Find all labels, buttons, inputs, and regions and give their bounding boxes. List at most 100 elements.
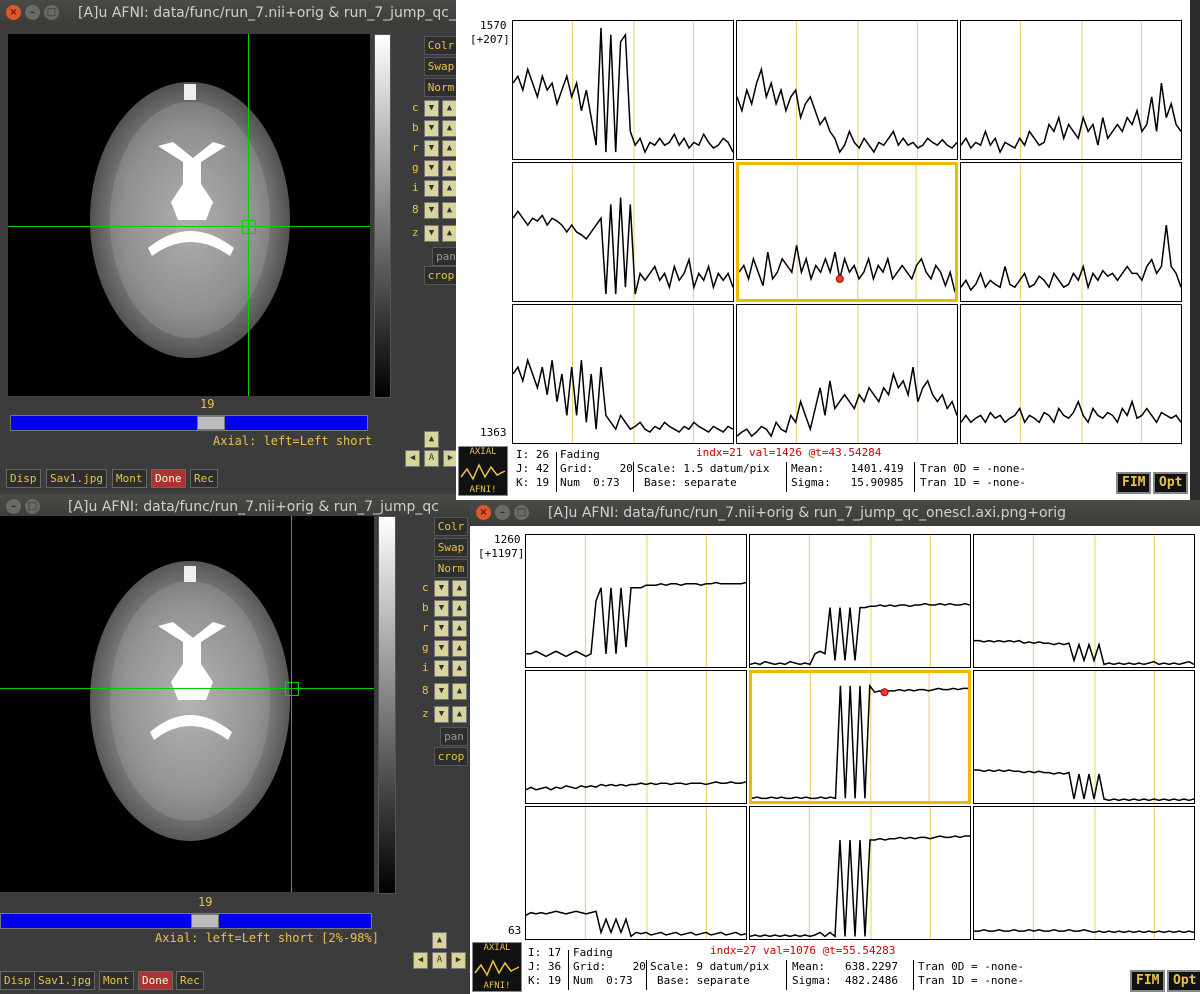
graph-cell[interactable] — [736, 20, 958, 160]
c-up-button[interactable]: ▲ — [452, 580, 467, 597]
graph-cell[interactable] — [960, 304, 1182, 444]
r-down-button[interactable]: ▼ — [434, 620, 449, 637]
graph-matrix[interactable] — [525, 534, 1197, 940]
close-icon[interactable]: × — [6, 5, 21, 20]
maximize-icon[interactable]: □ — [514, 505, 529, 520]
graph-cell[interactable] — [973, 534, 1195, 668]
r-up-button[interactable]: ▲ — [452, 620, 467, 637]
z-down-button[interactable]: ▼ — [424, 225, 439, 242]
b-down-button[interactable]: ▼ — [424, 120, 439, 137]
axial-image[interactable] — [0, 516, 374, 892]
done-button[interactable]: Done — [151, 469, 186, 488]
c-down-button[interactable]: ▼ — [434, 580, 449, 597]
slider-thumb[interactable] — [197, 416, 225, 430]
minimize-icon[interactable]: – — [495, 505, 510, 520]
axial-thumbnail[interactable]: AXIAL AFNI! — [458, 446, 508, 496]
close-icon[interactable]: × — [476, 505, 491, 520]
z-down-button[interactable]: ▼ — [434, 706, 449, 723]
b-up-button[interactable]: ▲ — [442, 120, 457, 137]
graph-matrix[interactable] — [512, 20, 1188, 444]
title-bar[interactable]: × – □ [A]u AFNI: data/func/run_7.nii+orig … — [0, 0, 470, 26]
c-down-button[interactable]: ▼ — [424, 100, 439, 117]
8-down-button[interactable]: ▼ — [424, 202, 439, 219]
opt-button[interactable]: Opt — [1153, 472, 1189, 494]
swap-button[interactable]: Swap — [434, 538, 468, 557]
rec-button[interactable]: Rec — [176, 971, 204, 990]
g-down-button[interactable]: ▼ — [424, 160, 439, 177]
graph-cell[interactable] — [960, 162, 1182, 302]
r-down-button[interactable]: ▼ — [424, 140, 439, 157]
sav1-jpg-button[interactable]: Sav1.jpg — [46, 469, 107, 488]
disp-button[interactable]: Disp — [0, 971, 35, 990]
colr-button[interactable]: Colr — [424, 36, 458, 55]
nav-up-button[interactable]: ▲ — [424, 431, 439, 448]
graph-cell[interactable] — [512, 304, 734, 444]
axial-thumbnail[interactable]: AXIAL AFNI! — [472, 942, 522, 992]
norm-button[interactable]: Norm — [434, 559, 468, 578]
done-button[interactable]: Done — [138, 971, 173, 990]
i-down-button[interactable]: ▼ — [434, 660, 449, 677]
slice-slider[interactable] — [0, 913, 372, 929]
graph-cell[interactable] — [973, 806, 1195, 940]
graph-cell[interactable] — [749, 806, 971, 940]
z-up-button[interactable]: ▲ — [442, 225, 457, 242]
rec-button[interactable]: Rec — [190, 469, 218, 488]
slider-thumb[interactable] — [191, 914, 219, 928]
graph-cell[interactable] — [512, 20, 734, 160]
g-up-button[interactable]: ▲ — [452, 640, 467, 657]
g-down-button[interactable]: ▼ — [434, 640, 449, 657]
8-up-button[interactable]: ▲ — [452, 683, 467, 700]
g-up-button[interactable]: ▲ — [442, 160, 457, 177]
graph-cell[interactable] — [736, 304, 958, 444]
z-up-button[interactable]: ▲ — [452, 706, 467, 723]
8-down-button[interactable]: ▼ — [434, 683, 449, 700]
nav-left-button[interactable]: ◀ — [413, 952, 428, 969]
maximize-icon[interactable]: □ — [44, 5, 59, 20]
nav-right-button[interactable]: ▶ — [451, 952, 466, 969]
b-up-button[interactable]: ▲ — [452, 600, 467, 617]
disp-button[interactable]: Disp — [6, 469, 41, 488]
graph-cell[interactable] — [512, 162, 734, 302]
graph-cell[interactable] — [525, 534, 747, 668]
i-up-button[interactable]: ▲ — [442, 180, 457, 197]
nav-center-button[interactable]: A — [424, 450, 439, 467]
opt-button[interactable]: Opt — [1167, 970, 1200, 992]
c-up-button[interactable]: ▲ — [442, 100, 457, 117]
i-up-button[interactable]: ▲ — [452, 660, 467, 677]
fim-button[interactable]: FIM — [1130, 970, 1166, 992]
b-down-button[interactable]: ▼ — [434, 600, 449, 617]
norm-button[interactable]: Norm — [424, 78, 458, 97]
nav-up-button[interactable]: ▲ — [432, 932, 447, 949]
nav-left-button[interactable]: ◀ — [405, 450, 420, 467]
graph-cell[interactable] — [525, 806, 747, 940]
i-down-button[interactable]: ▼ — [424, 180, 439, 197]
r-up-button[interactable]: ▲ — [442, 140, 457, 157]
minimize-icon[interactable]: – — [6, 499, 21, 514]
time-series-line — [512, 197, 734, 295]
colorbar[interactable] — [378, 516, 396, 894]
maximize-icon[interactable]: □ — [25, 499, 40, 514]
slice-slider[interactable] — [10, 415, 368, 431]
graph-cell-selected[interactable] — [749, 670, 971, 804]
minimize-icon[interactable]: – — [25, 5, 40, 20]
graph-cell[interactable] — [973, 670, 1195, 804]
graph-cell[interactable] — [749, 534, 971, 668]
crop-button[interactable]: crop — [434, 747, 468, 766]
graph-cell-selected[interactable] — [736, 162, 958, 302]
title-bar[interactable]: × – □ [A]u AFNI: data/func/run_7.nii+orig … — [470, 500, 1200, 526]
colorbar[interactable] — [374, 34, 391, 398]
nav-center-button[interactable]: A — [432, 952, 447, 969]
graph-cell[interactable] — [960, 20, 1182, 160]
swap-button[interactable]: Swap — [424, 57, 458, 76]
8-up-button[interactable]: ▲ — [442, 202, 457, 219]
colr-button[interactable]: Colr — [434, 517, 468, 536]
sav1-jpg-button[interactable]: Sav1.jpg — [34, 971, 95, 990]
grid-label: Grid: 20 — [560, 462, 633, 475]
mont-button[interactable]: Mont — [99, 971, 134, 990]
fim-button[interactable]: FIM — [1116, 472, 1152, 494]
axial-image[interactable] — [8, 34, 370, 396]
pan-button[interactable]: pan — [440, 727, 468, 746]
crop-button[interactable]: crop — [424, 266, 458, 285]
mont-button[interactable]: Mont — [112, 469, 147, 488]
graph-cell[interactable] — [525, 670, 747, 804]
